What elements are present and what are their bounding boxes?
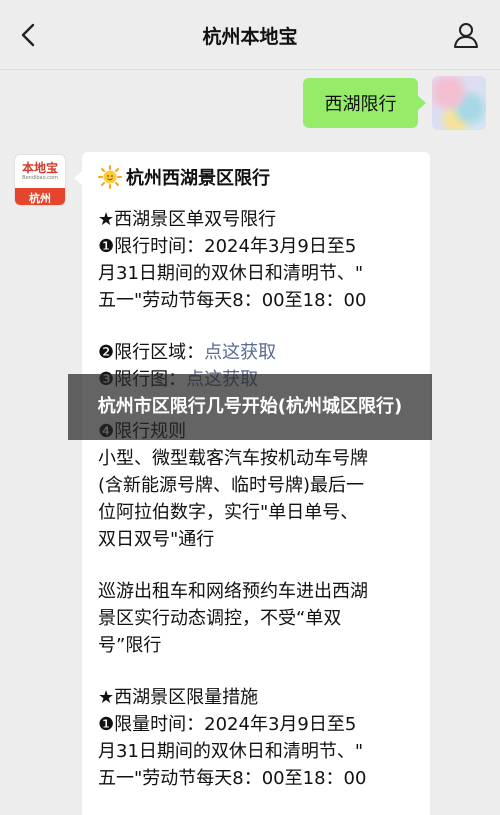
bot-avatar[interactable]: 本地宝 Bendibao.com 杭州 bbox=[14, 154, 66, 206]
profile-icon[interactable] bbox=[452, 20, 480, 50]
avatar-logo-text: 本地宝 bbox=[21, 161, 58, 175]
message-line: ★西湖景区单双号限行 bbox=[98, 209, 277, 230]
page-title: 杭州本地宝 bbox=[202, 26, 298, 48]
user-message-bubble[interactable]: 西湖限行 bbox=[303, 78, 426, 128]
message-line: ❷限行区域：点这获取 bbox=[98, 339, 418, 366]
message-title-text: 杭州西湖景区限行 bbox=[126, 168, 270, 189]
user-avatar[interactable] bbox=[432, 76, 486, 130]
message-line: 五一"劳动节每天8：00至18：00 bbox=[98, 768, 367, 789]
avatar-logo-top: 本地宝 Bendibao.com bbox=[15, 155, 65, 188]
message-line: ❶限行时间：2024年3月9日至5 bbox=[98, 236, 357, 257]
region-link[interactable]: 点这获取 bbox=[204, 342, 276, 363]
message-line: ❶限量时间：2024年3月9日至5 bbox=[98, 714, 357, 735]
message-line: 双日双号"通行 bbox=[98, 529, 215, 550]
message-line: 位阿拉伯数字，实行"单日单号、 bbox=[98, 502, 359, 523]
message-line: 月31日期间的双休日和清明节、" bbox=[98, 263, 364, 284]
message-line: 五一"劳动节每天8：00至18：00 bbox=[98, 290, 367, 311]
message-line: 小型、微型载客汽车按机动车号牌 bbox=[98, 448, 368, 469]
message-line: (含新能源号牌、临时号牌)最后一 bbox=[98, 475, 365, 496]
bot-message-bubble[interactable]: 杭州西湖景区限行 ★西湖景区单双号限行 ❶限行时间：2024年3月9日至5 月3… bbox=[74, 152, 430, 815]
top-nav-bar: 杭州本地宝 bbox=[0, 0, 500, 70]
message-line: 巡游出租车和网络预约车进出西湖 bbox=[98, 581, 368, 602]
avatar-logo-city: 杭州 bbox=[15, 188, 65, 205]
article-title-overlay: 杭州市区限行几号开始(杭州城区限行) bbox=[68, 374, 432, 440]
region-label: ❷限行区域： bbox=[98, 342, 205, 363]
message-line: 月31日期间的双休日和清明节、" bbox=[98, 741, 364, 762]
message-line: 景区实行动态调控，不受“单双 bbox=[98, 608, 342, 629]
message-title: 杭州西湖景区限行 bbox=[98, 164, 418, 190]
message-line: 号”限行 bbox=[98, 635, 162, 656]
avatar-logo-domain: Bendibao.com bbox=[22, 175, 58, 181]
message-line: ★西湖景区限量措施 bbox=[98, 687, 259, 708]
sun-emoji-icon bbox=[98, 165, 122, 189]
